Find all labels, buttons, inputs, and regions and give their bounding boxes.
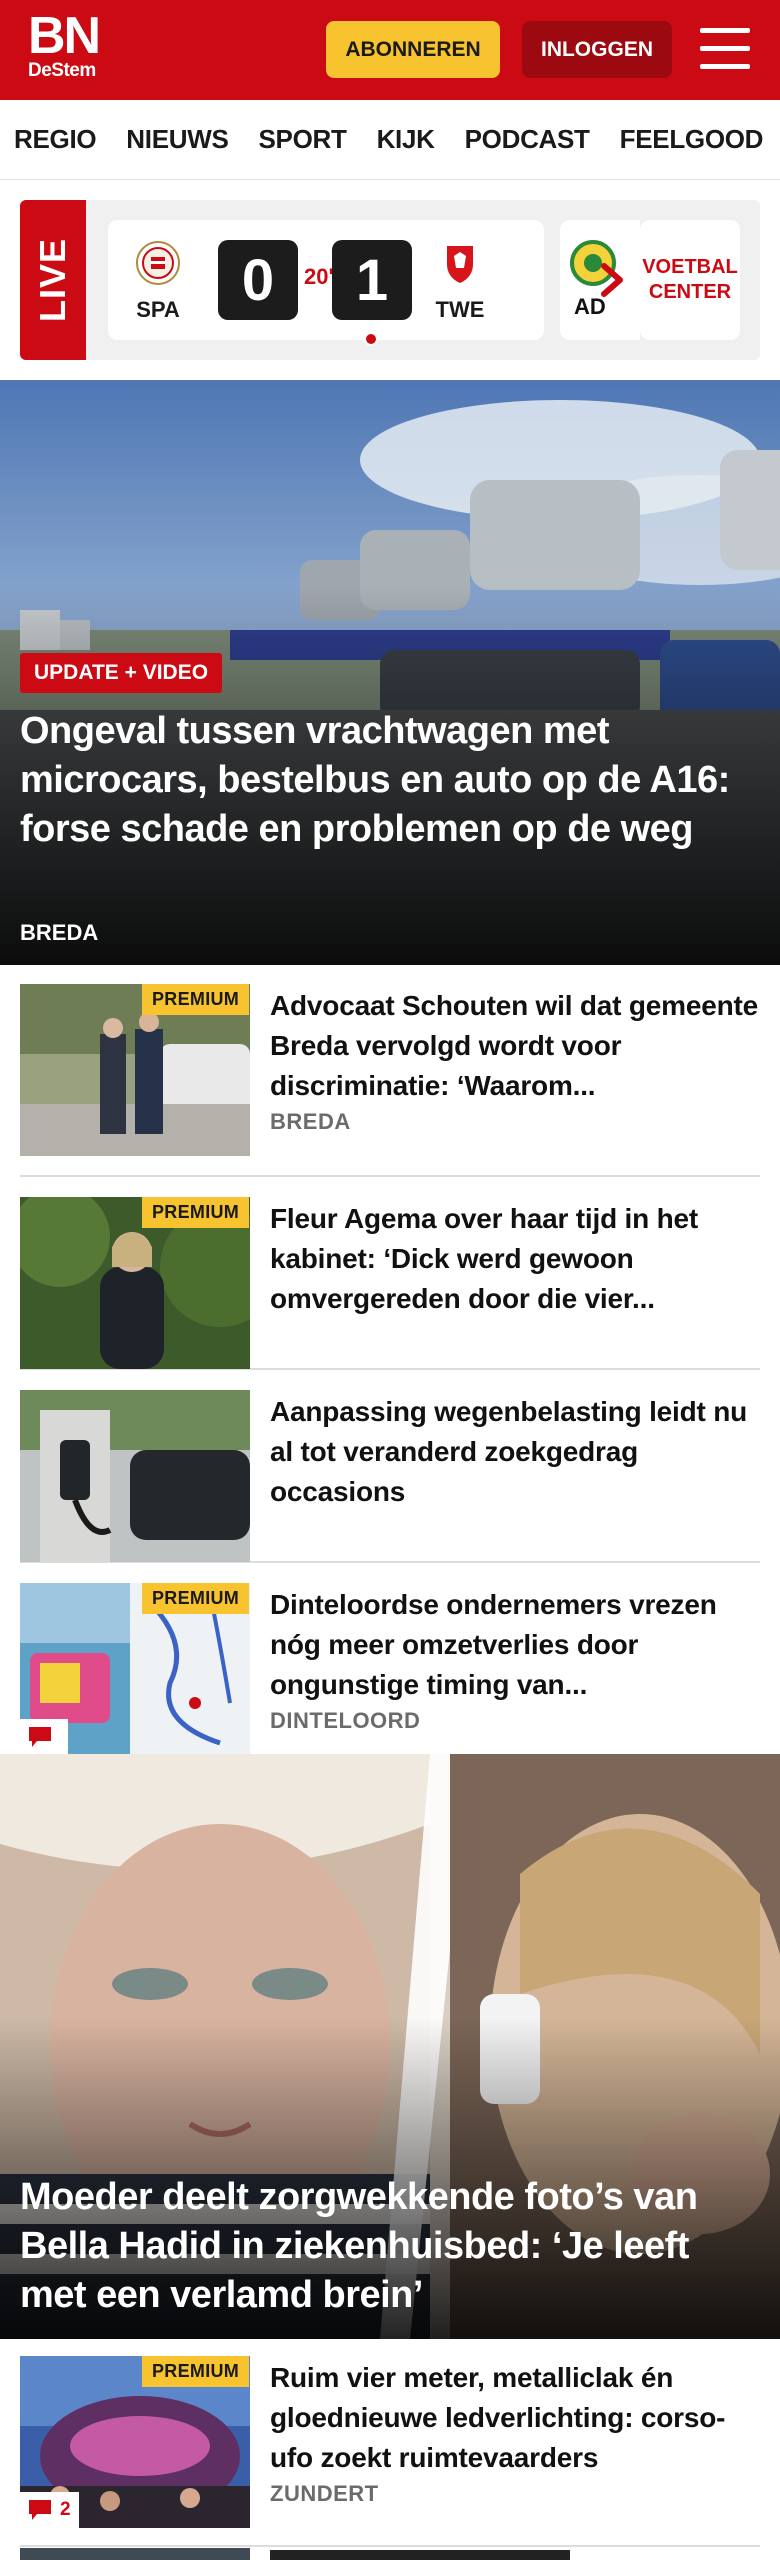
- divider: [20, 2545, 760, 2547]
- next-article-title-peek: [270, 2550, 570, 2560]
- article-title[interactable]: Ruim vier meter, metalliclak én gloednie…: [270, 2358, 760, 2478]
- list-item[interactable]: PREMIUM Advocaat Schouten wil dat gemeen…: [20, 984, 760, 1177]
- home-team: SPA: [128, 240, 188, 323]
- hamburger-menu-icon[interactable]: [700, 26, 750, 72]
- nav-item-feelgood[interactable]: FEELGOOD: [620, 124, 764, 155]
- article-title[interactable]: Dinteloordse ondernemers vrezen nóg meer…: [270, 1585, 760, 1705]
- match-minute: 20': [304, 264, 334, 289]
- comment-count[interactable]: [20, 1719, 68, 1755]
- away-score: 1: [332, 240, 412, 320]
- sparta-crest-icon: [136, 241, 180, 285]
- premium-badge: PREMIUM: [142, 1583, 250, 1614]
- list-item[interactable]: PREMIUM 2 Ruim vier meter, metalliclak é…: [20, 2356, 760, 2528]
- article-title[interactable]: Aanpassing wegenbelasting leidt nu al to…: [270, 1392, 760, 1512]
- hero-badge: UPDATE + VIDEO: [20, 653, 223, 693]
- premium-badge: PREMIUM: [142, 2356, 250, 2387]
- hero-article-2[interactable]: Moeder deelt zorgwekkende foto’s van Bel…: [0, 1754, 780, 2339]
- live-label: LIVE: [32, 237, 74, 323]
- list-item[interactable]: PREMIUM Dinteloordse ondernemers vrezen …: [20, 1563, 760, 1756]
- hero-title[interactable]: Ongeval tussen vrachtwagen met microcars…: [20, 707, 765, 854]
- live-scores-strip: LIVE SPA 0 20' 1 TWE AD VOETBAL CENTER: [20, 200, 760, 360]
- voetbal-center-button[interactable]: VOETBAL CENTER: [640, 220, 740, 340]
- site-header: BN DeStem ABONNEREN INLOGGEN: [0, 0, 780, 100]
- article-list: PREMIUM Advocaat Schouten wil dat gemeen…: [20, 984, 760, 1756]
- article-location: BREDA: [270, 1109, 351, 1134]
- next-article-thumbnail-peek: [20, 2548, 250, 2560]
- nav-item-kijk[interactable]: KIJK: [377, 124, 435, 155]
- twente-crest-icon: [447, 246, 473, 283]
- subscribe-button[interactable]: ABONNEREN: [326, 21, 500, 78]
- article-location: ZUNDERT: [270, 2481, 379, 2506]
- comment-count-label: 2: [60, 2499, 71, 2520]
- comment-icon: [29, 1727, 51, 1747]
- away-team-code: TWE: [435, 297, 485, 322]
- logo-bn: BN: [28, 7, 101, 65]
- article-title[interactable]: Fleur Agema over haar tijd in het kabine…: [270, 1199, 760, 1319]
- hero-article[interactable]: UPDATE + VIDEO Ongeval tussen vrachtwage…: [0, 380, 780, 965]
- premium-badge: PREMIUM: [142, 1197, 250, 1228]
- comment-icon: [29, 2500, 51, 2520]
- premium-badge: PREMIUM: [142, 984, 250, 1015]
- chevron-right-icon[interactable]: [592, 260, 632, 300]
- section-nav: REGIO NIEUWS SPORT KIJK PODCAST FEELGOOD: [0, 100, 780, 180]
- live-match-card[interactable]: SPA 0 20' 1 TWE: [108, 220, 544, 346]
- comment-count[interactable]: 2: [20, 2492, 79, 2528]
- list-item[interactable]: Aanpassing wegenbelasting leidt nu al to…: [20, 1370, 760, 1563]
- nav-item-nieuws[interactable]: NIEUWS: [126, 124, 229, 155]
- away-team: TWE: [430, 240, 490, 323]
- article-title[interactable]: Advocaat Schouten wil dat gemeente Breda…: [270, 986, 760, 1106]
- logo-destem: DeStem: [28, 60, 96, 81]
- live-tab[interactable]: LIVE: [20, 200, 86, 360]
- site-logo[interactable]: BN DeStem: [28, 7, 101, 82]
- article-thumbnail: [20, 1390, 250, 1562]
- nav-item-regio[interactable]: REGIO: [14, 124, 97, 155]
- nav-item-podcast[interactable]: PODCAST: [465, 124, 590, 155]
- home-team-code: SPA: [136, 297, 180, 322]
- home-score: 0: [218, 240, 298, 320]
- article-location: DINTELOORD: [270, 1708, 421, 1733]
- hero-location: BREDA: [20, 920, 99, 945]
- hero2-title[interactable]: Moeder deelt zorgwekkende foto’s van Bel…: [20, 2173, 765, 2320]
- live-indicator-dot: [364, 332, 378, 346]
- nav-item-sport[interactable]: SPORT: [259, 124, 347, 155]
- login-button[interactable]: INLOGGEN: [522, 21, 672, 78]
- article-list-2: PREMIUM 2 Ruim vier meter, metalliclak é…: [20, 2356, 760, 2528]
- list-item[interactable]: PREMIUM Fleur Agema over haar tijd in he…: [20, 1177, 760, 1370]
